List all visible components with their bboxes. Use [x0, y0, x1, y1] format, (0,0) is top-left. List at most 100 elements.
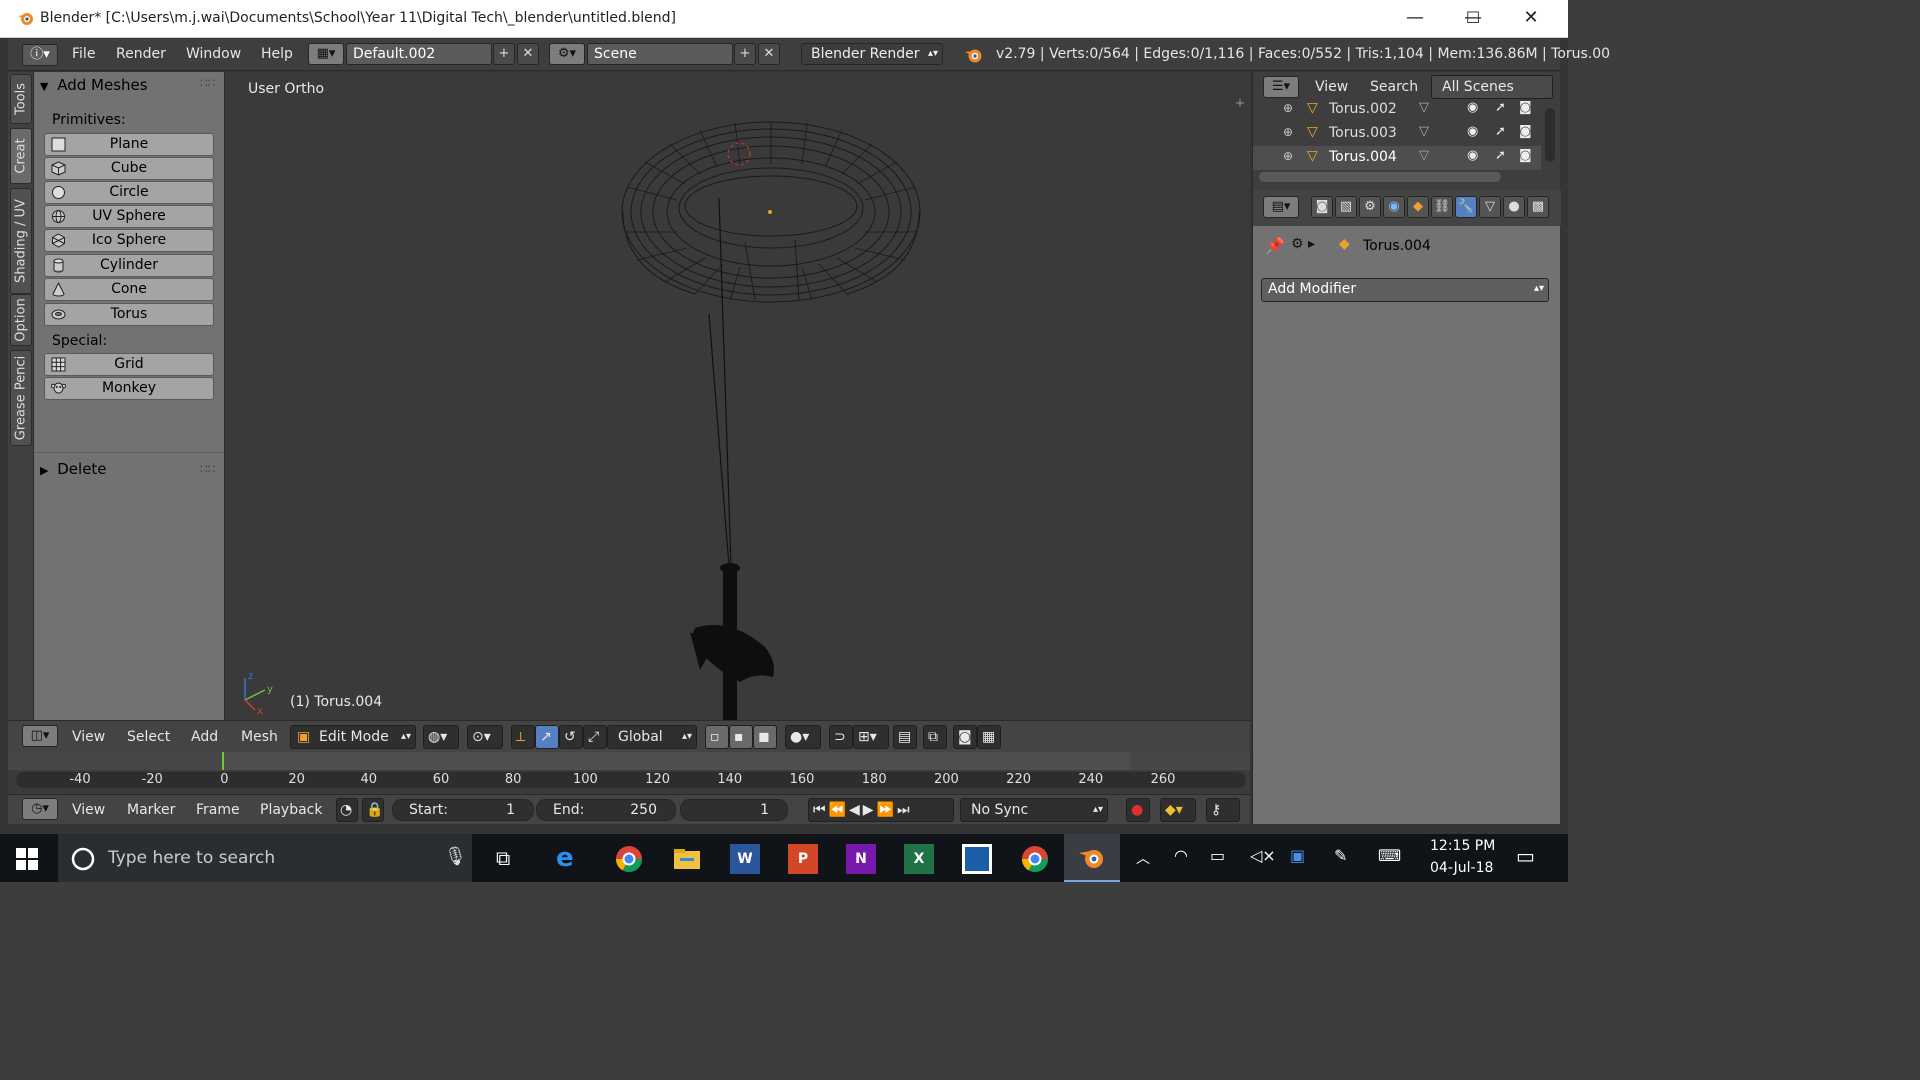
- keyboard-icon[interactable]: ⌨: [1378, 846, 1401, 865]
- record-icon[interactable]: ●: [1126, 798, 1150, 822]
- selectability-cursor-icon[interactable]: ➚: [1495, 124, 1506, 139]
- render-engine-dropdown[interactable]: Blender Render ▴▾: [801, 43, 943, 65]
- mesh-data-tab-icon[interactable]: ▽: [1479, 196, 1501, 218]
- vertex-select-icon[interactable]: ▫: [705, 725, 729, 749]
- outliner-item-label[interactable]: Torus.002: [1329, 101, 1397, 117]
- renderability-camera-icon[interactable]: ◙: [1519, 124, 1532, 139]
- volume-icon[interactable]: ◁×: [1250, 846, 1276, 865]
- remove-scene-icon[interactable]: ✕: [758, 43, 780, 65]
- outliner-menu-search[interactable]: Search: [1370, 79, 1418, 95]
- wifi-icon[interactable]: ◠: [1174, 846, 1188, 865]
- delete-panel-header[interactable]: ▶ Delete: [40, 460, 107, 478]
- search-box[interactable]: Type here to search 🎙: [58, 834, 472, 882]
- add-torus-button[interactable]: Torus: [44, 303, 214, 326]
- maximize-button[interactable]: ☐: [1444, 0, 1502, 38]
- editor-type-outliner-icon[interactable]: ☰▾: [1263, 76, 1299, 98]
- renderability-camera-icon[interactable]: ◙: [1519, 148, 1532, 163]
- expand-icon[interactable]: ⊕: [1283, 125, 1293, 139]
- material-tab-icon[interactable]: ●: [1503, 196, 1525, 218]
- tab-shading-uv[interactable]: Shading / UV: [10, 188, 32, 294]
- pen-icon[interactable]: ✎: [1334, 846, 1347, 865]
- rotate-manipulator-icon[interactable]: ↺: [559, 725, 583, 749]
- scene-tab-icon[interactable]: ⚙: [1359, 196, 1381, 218]
- face-select-icon[interactable]: ◼: [753, 725, 777, 749]
- menu-playback[interactable]: Playback: [260, 802, 322, 818]
- chrome-icon[interactable]: [614, 844, 644, 874]
- clock-date[interactable]: 04-Jul-18: [1430, 860, 1493, 876]
- constraints-tab-icon[interactable]: ⛓: [1431, 196, 1453, 218]
- word-icon[interactable]: W: [730, 844, 760, 874]
- outliner-item-label[interactable]: Torus.003: [1329, 125, 1397, 141]
- edge-select-icon[interactable]: ▪: [729, 725, 753, 749]
- excel-icon[interactable]: X: [904, 844, 934, 874]
- drag-handle-icon[interactable]: ∷∷: [200, 462, 215, 476]
- task-view-icon[interactable]: ⧉: [496, 846, 510, 870]
- selectability-cursor-icon[interactable]: ➚: [1495, 100, 1506, 115]
- visibility-eye-icon[interactable]: ◉: [1467, 148, 1478, 163]
- proportional-edit-dropdown[interactable]: ●▾: [785, 725, 821, 749]
- tab-tools[interactable]: Tools: [10, 74, 32, 124]
- layout-name-field[interactable]: Default.002: [346, 43, 492, 65]
- snap-icon[interactable]: ⊃: [829, 725, 853, 749]
- transform-orientation-dropdown[interactable]: Global ▴▾: [607, 725, 697, 749]
- current-frame-indicator[interactable]: [222, 752, 224, 770]
- outliner-filter-dropdown[interactable]: All Scenes: [1431, 75, 1553, 99]
- texture-tab-icon[interactable]: ▩: [1527, 196, 1549, 218]
- 3d-viewport[interactable]: User Ortho + z y x (1) Torus.004: [224, 72, 1250, 720]
- menu-select[interactable]: Select: [127, 729, 170, 745]
- menu-file[interactable]: File: [72, 46, 95, 62]
- file-explorer-icon[interactable]: [672, 844, 702, 874]
- world-tab-icon[interactable]: ◉: [1383, 196, 1405, 218]
- animation-icon[interactable]: ▦: [977, 725, 1001, 749]
- menu-mesh[interactable]: Mesh: [241, 729, 278, 745]
- timeline-area[interactable]: -40 -20 0 20 40 60 80 100 120 140 160 180 200 220 240 2…: [8, 752, 1250, 794]
- menu-frame[interactable]: Frame: [196, 802, 240, 818]
- expand-icon[interactable]: ⊕: [1283, 149, 1293, 163]
- expand-icon[interactable]: ⊕: [1283, 101, 1293, 115]
- outliner-item-label[interactable]: Torus.004: [1329, 149, 1397, 165]
- editor-type-timeline-icon[interactable]: ◷▾: [22, 798, 58, 820]
- add-cone-button[interactable]: Cone: [44, 278, 214, 301]
- add-scene-icon[interactable]: +: [734, 43, 756, 65]
- outliner-row[interactable]: ⊕ ▽ Torus.004 ▽ ◉ ➚ ◙: [1253, 146, 1541, 170]
- edge-browser-icon[interactable]: e: [556, 844, 586, 874]
- viewport-shading-dropdown[interactable]: ◍▾: [423, 725, 459, 749]
- outliner-horizontal-scrollbar[interactable]: [1259, 172, 1501, 182]
- scale-manipulator-icon[interactable]: ⤢: [583, 725, 607, 749]
- visibility-eye-icon[interactable]: ◉: [1467, 124, 1478, 139]
- add-ico-sphere-button[interactable]: Ico Sphere: [44, 229, 214, 252]
- add-cylinder-button[interactable]: Cylinder: [44, 254, 214, 277]
- clock-time[interactable]: 12:15 PM: [1430, 838, 1495, 854]
- renderability-camera-icon[interactable]: ◙: [1519, 100, 1532, 115]
- windows-start-icon[interactable]: [16, 848, 38, 870]
- add-plane-button[interactable]: Plane: [44, 133, 214, 156]
- modifiers-tab-icon[interactable]: 🔧: [1455, 196, 1477, 218]
- action-center-icon[interactable]: ▭: [1516, 844, 1535, 868]
- powerpoint-icon[interactable]: P: [788, 844, 818, 874]
- render-layers-tab-icon[interactable]: ▧: [1335, 196, 1357, 218]
- battery-icon[interactable]: ▭: [1210, 846, 1225, 865]
- blender-taskbar-button[interactable]: [1064, 834, 1120, 882]
- sync-mode-dropdown[interactable]: No Sync ▴▾: [960, 798, 1108, 822]
- selectability-cursor-icon[interactable]: ➚: [1495, 148, 1506, 163]
- lock-icon[interactable]: 🔒: [362, 798, 384, 822]
- render-icon[interactable]: ◙: [953, 725, 977, 749]
- add-monkey-button[interactable]: Monkey: [44, 377, 214, 400]
- add-layout-icon[interactable]: +: [493, 43, 515, 65]
- add-grid-button[interactable]: Grid: [44, 353, 214, 376]
- mode-dropdown[interactable]: ▣ Edit Mode ▴▾: [290, 725, 416, 749]
- layers-icon[interactable]: ⧉: [923, 725, 947, 749]
- add-modifier-dropdown[interactable]: Add Modifier ▴▾: [1261, 278, 1549, 302]
- add-uv-sphere-button[interactable]: UV Sphere: [44, 205, 214, 228]
- app-window-icon[interactable]: [962, 844, 992, 874]
- scene-icon[interactable]: ⚙▾: [549, 43, 585, 65]
- tab-create[interactable]: Creat: [10, 128, 32, 184]
- menu-marker[interactable]: Marker: [127, 802, 175, 818]
- outliner-scrollbar[interactable]: [1545, 108, 1555, 162]
- menu-render[interactable]: Render: [116, 46, 166, 62]
- menu-view[interactable]: View: [72, 802, 105, 818]
- tab-grease-pencil[interactable]: Grease Penci: [10, 350, 32, 446]
- keyframe-tools-icon[interactable]: ⚷: [1206, 798, 1240, 822]
- current-frame-field[interactable]: 1: [680, 799, 788, 821]
- drag-handle-icon[interactable]: ∷∷: [200, 76, 215, 90]
